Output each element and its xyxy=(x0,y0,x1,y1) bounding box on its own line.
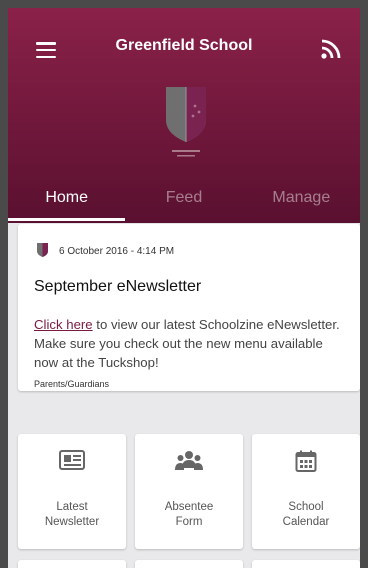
calendar-icon xyxy=(295,450,317,472)
news-body: Click here to view our latest Schoolzine… xyxy=(34,315,340,372)
app-screen: Greenfield School Home Feed Manage 6 Oct… xyxy=(8,8,360,568)
tile-partial[interactable] xyxy=(18,560,126,568)
tab-feed[interactable]: Feed xyxy=(125,178,242,223)
click-here-link[interactable]: Click here xyxy=(34,317,93,332)
news-audience: Parents/Guardians xyxy=(34,379,110,389)
school-crest-icon xyxy=(166,87,206,157)
app-bar: Greenfield School xyxy=(8,8,360,88)
tile-label: Latest Newsletter xyxy=(44,501,100,528)
news-card[interactable]: 6 October 2016 - 4:14 PM September eNews… xyxy=(18,224,360,391)
news-title: September eNewsletter xyxy=(34,278,202,295)
tile-partial[interactable] xyxy=(135,560,243,568)
tab-bar: Home Feed Manage xyxy=(8,178,360,223)
school-calendar-tile[interactable]: School Calendar xyxy=(252,434,360,549)
absentee-form-tile[interactable]: Absentee Form xyxy=(135,434,243,549)
school-crest-icon xyxy=(37,243,48,257)
news-date: 6 October 2016 - 4:14 PM xyxy=(59,246,175,257)
rss-icon[interactable] xyxy=(320,38,342,60)
tile-partial[interactable] xyxy=(252,560,360,568)
tab-home[interactable]: Home xyxy=(8,178,126,223)
app-title: Greenfield School xyxy=(115,37,253,54)
tab-manage[interactable]: Manage xyxy=(243,178,360,223)
group-icon xyxy=(175,451,203,470)
app-header: Greenfield School Home Feed Manage xyxy=(8,8,360,223)
tile-label: Absentee Form xyxy=(164,501,214,528)
latest-newsletter-tile[interactable]: Latest Newsletter xyxy=(18,434,126,549)
newspaper-icon xyxy=(59,450,85,470)
tile-label: School Calendar xyxy=(282,501,330,528)
